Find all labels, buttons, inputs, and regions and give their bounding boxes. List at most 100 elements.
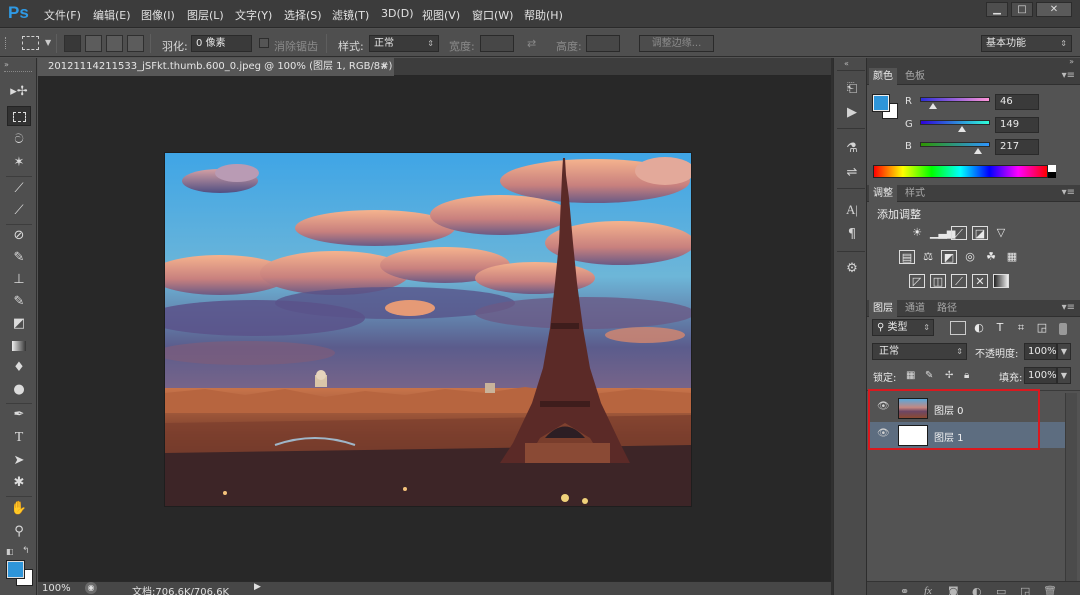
green-slider-thumb[interactable] [958, 126, 966, 132]
shape-tool-icon[interactable]: ✱ [7, 473, 31, 493]
filter-adjustment-icon[interactable]: ◐ [971, 321, 987, 335]
posterize-icon[interactable]: ◫ [930, 274, 946, 288]
blur-tool-icon[interactable]: ♦ [7, 358, 31, 378]
swap-colors-icon[interactable]: ↰ [22, 546, 30, 556]
gradient-tool-icon[interactable] [7, 336, 31, 356]
brightness-contrast-icon[interactable]: ☀ [909, 226, 925, 240]
dodge-tool-icon[interactable]: ● [7, 380, 31, 400]
menu-type[interactable]: 文字(Y) [235, 7, 272, 23]
eyedropper-tool-icon[interactable]: ⟋ [7, 201, 31, 221]
new-adjustment-icon[interactable]: ◐ [972, 585, 982, 595]
status-menu-arrow-icon[interactable]: ▶ [254, 582, 261, 592]
foreground-color-swatch[interactable] [872, 94, 890, 112]
lock-all-icon[interactable]: 🔒︎ [964, 370, 969, 381]
tab-adjustments[interactable]: 调整 [869, 185, 897, 202]
menu-filter[interactable]: 滤镜(T) [332, 7, 369, 23]
document-tab[interactable]: 20121114211533_jSFkt.thumb.600_0.jpeg @ … [38, 58, 394, 76]
expand-arrows-icon[interactable]: » [4, 60, 9, 69]
magic-wand-tool-icon[interactable]: ✶ [7, 153, 31, 173]
tab-layers[interactable]: 图层 [869, 300, 897, 317]
ramp-white-swatch[interactable] [1048, 165, 1056, 172]
new-layer-icon[interactable]: ◲ [1020, 585, 1030, 595]
healing-brush-tool-icon[interactable]: ⊘ [7, 226, 31, 246]
levels-icon[interactable]: ▁▃▅ [930, 226, 955, 240]
layer-style-icon[interactable]: fx [924, 585, 932, 595]
panel-menu-icon[interactable]: ▾≡ [1062, 187, 1075, 198]
brush-panel-icon[interactable]: ⇌ [842, 164, 862, 182]
brush-tool-icon[interactable]: ✎ [7, 248, 31, 268]
tab-swatches[interactable]: 色板 [901, 68, 929, 85]
filter-pixel-icon[interactable] [950, 321, 966, 335]
refine-edge-button[interactable]: 调整边缘... [639, 35, 714, 52]
layers-scrollbar[interactable] [1065, 393, 1077, 583]
menu-image[interactable]: 图像(I) [141, 7, 175, 23]
curves-icon[interactable]: ⟋ [951, 226, 967, 240]
history-brush-tool-icon[interactable]: ✎ [7, 292, 31, 312]
status-info-icon[interactable]: ◉ [85, 582, 97, 594]
tab-paths[interactable]: 路径 [933, 300, 961, 317]
delete-layer-icon[interactable]: 🗑︎ [1043, 585, 1057, 595]
ramp-black-swatch[interactable] [1048, 172, 1056, 178]
zoom-level[interactable]: 100% [42, 583, 71, 594]
history-panel-icon[interactable]: ⎗ [842, 80, 862, 98]
blue-value-input[interactable]: 217 [995, 139, 1039, 155]
color-balance-icon[interactable]: ⚖ [920, 250, 936, 264]
minimize-button[interactable]: ▁ [986, 2, 1008, 17]
opacity-dropdown-icon[interactable]: ▼ [1057, 343, 1071, 360]
width-input[interactable] [480, 35, 514, 52]
brush-presets-panel-icon[interactable]: ⚗ [842, 140, 862, 158]
color-spectrum-ramp[interactable] [873, 165, 1048, 178]
feather-input[interactable]: 0 像素 [191, 35, 252, 52]
clone-stamp-tool-icon[interactable]: ⊥ [7, 270, 31, 290]
menu-help[interactable]: 帮助(H) [524, 7, 563, 23]
new-group-icon[interactable]: ▭ [996, 585, 1006, 595]
blue-slider-thumb[interactable] [974, 148, 982, 154]
intersect-selection-icon[interactable] [127, 35, 144, 52]
height-input[interactable] [586, 35, 620, 52]
lasso-tool-icon[interactable]: ට [7, 130, 31, 150]
paragraph-panel-icon[interactable]: ¶ [842, 226, 862, 244]
antialias-checkbox[interactable] [259, 38, 269, 48]
eraser-tool-icon[interactable]: ◩ [7, 314, 31, 334]
menu-file[interactable]: 文件(F) [44, 7, 81, 23]
panel-menu-icon[interactable]: ▾≡ [1062, 302, 1075, 313]
add-to-selection-icon[interactable] [85, 35, 102, 52]
vibrance-icon[interactable]: ▽ [993, 226, 1009, 240]
rect-marquee-preset-icon[interactable] [22, 36, 39, 50]
invert-icon[interactable]: ◸ [909, 274, 925, 288]
fill-input[interactable]: 100% [1024, 367, 1057, 384]
actions-panel-icon[interactable]: ▶ [842, 104, 862, 122]
collapse-arrows-icon[interactable]: « [844, 59, 849, 68]
marquee-tool-icon[interactable] [7, 106, 31, 126]
hand-tool-icon[interactable]: ✋ [7, 499, 31, 519]
maximize-button[interactable]: □ [1011, 2, 1033, 17]
canvas-image[interactable] [165, 153, 691, 506]
add-mask-icon[interactable]: ◙ [948, 585, 959, 595]
close-tab-icon[interactable]: × [380, 58, 388, 76]
menu-select[interactable]: 选择(S) [284, 7, 322, 23]
tab-styles[interactable]: 样式 [901, 185, 929, 202]
menu-edit[interactable]: 编辑(E) [93, 7, 131, 23]
fill-dropdown-icon[interactable]: ▼ [1057, 367, 1071, 384]
path-selection-tool-icon[interactable]: ➤ [7, 451, 31, 471]
selective-color-icon[interactable]: ✕ [972, 274, 988, 288]
exposure-icon[interactable]: ◪ [972, 226, 988, 240]
foreground-color-swatch[interactable] [6, 560, 25, 579]
lock-position-icon[interactable]: ✢ [945, 370, 953, 381]
new-selection-icon[interactable] [64, 35, 81, 52]
lock-pixels-icon[interactable]: ✎ [925, 370, 933, 381]
crop-tool-icon[interactable]: ⟋ [7, 179, 31, 199]
photo-filter-icon[interactable]: ◎ [962, 250, 978, 264]
blend-mode-select[interactable]: 正常 ⇕ [872, 343, 967, 360]
tab-color[interactable]: 颜色 [869, 68, 897, 85]
blue-slider[interactable] [920, 142, 990, 147]
channel-mixer-icon[interactable]: ☘ [983, 250, 999, 264]
default-colors-icon[interactable]: ◧ [6, 547, 14, 556]
hue-saturation-icon[interactable]: ▤ [899, 250, 915, 264]
zoom-tool-icon[interactable]: ⚲ [7, 522, 31, 542]
menu-window[interactable]: 窗口(W) [472, 7, 513, 23]
red-slider-thumb[interactable] [929, 103, 937, 109]
color-lookup-icon[interactable]: ▦ [1004, 250, 1020, 264]
tab-channels[interactable]: 通道 [901, 300, 929, 317]
layer-filter-select[interactable]: ⚲ 类型 ⇕ [872, 319, 934, 336]
